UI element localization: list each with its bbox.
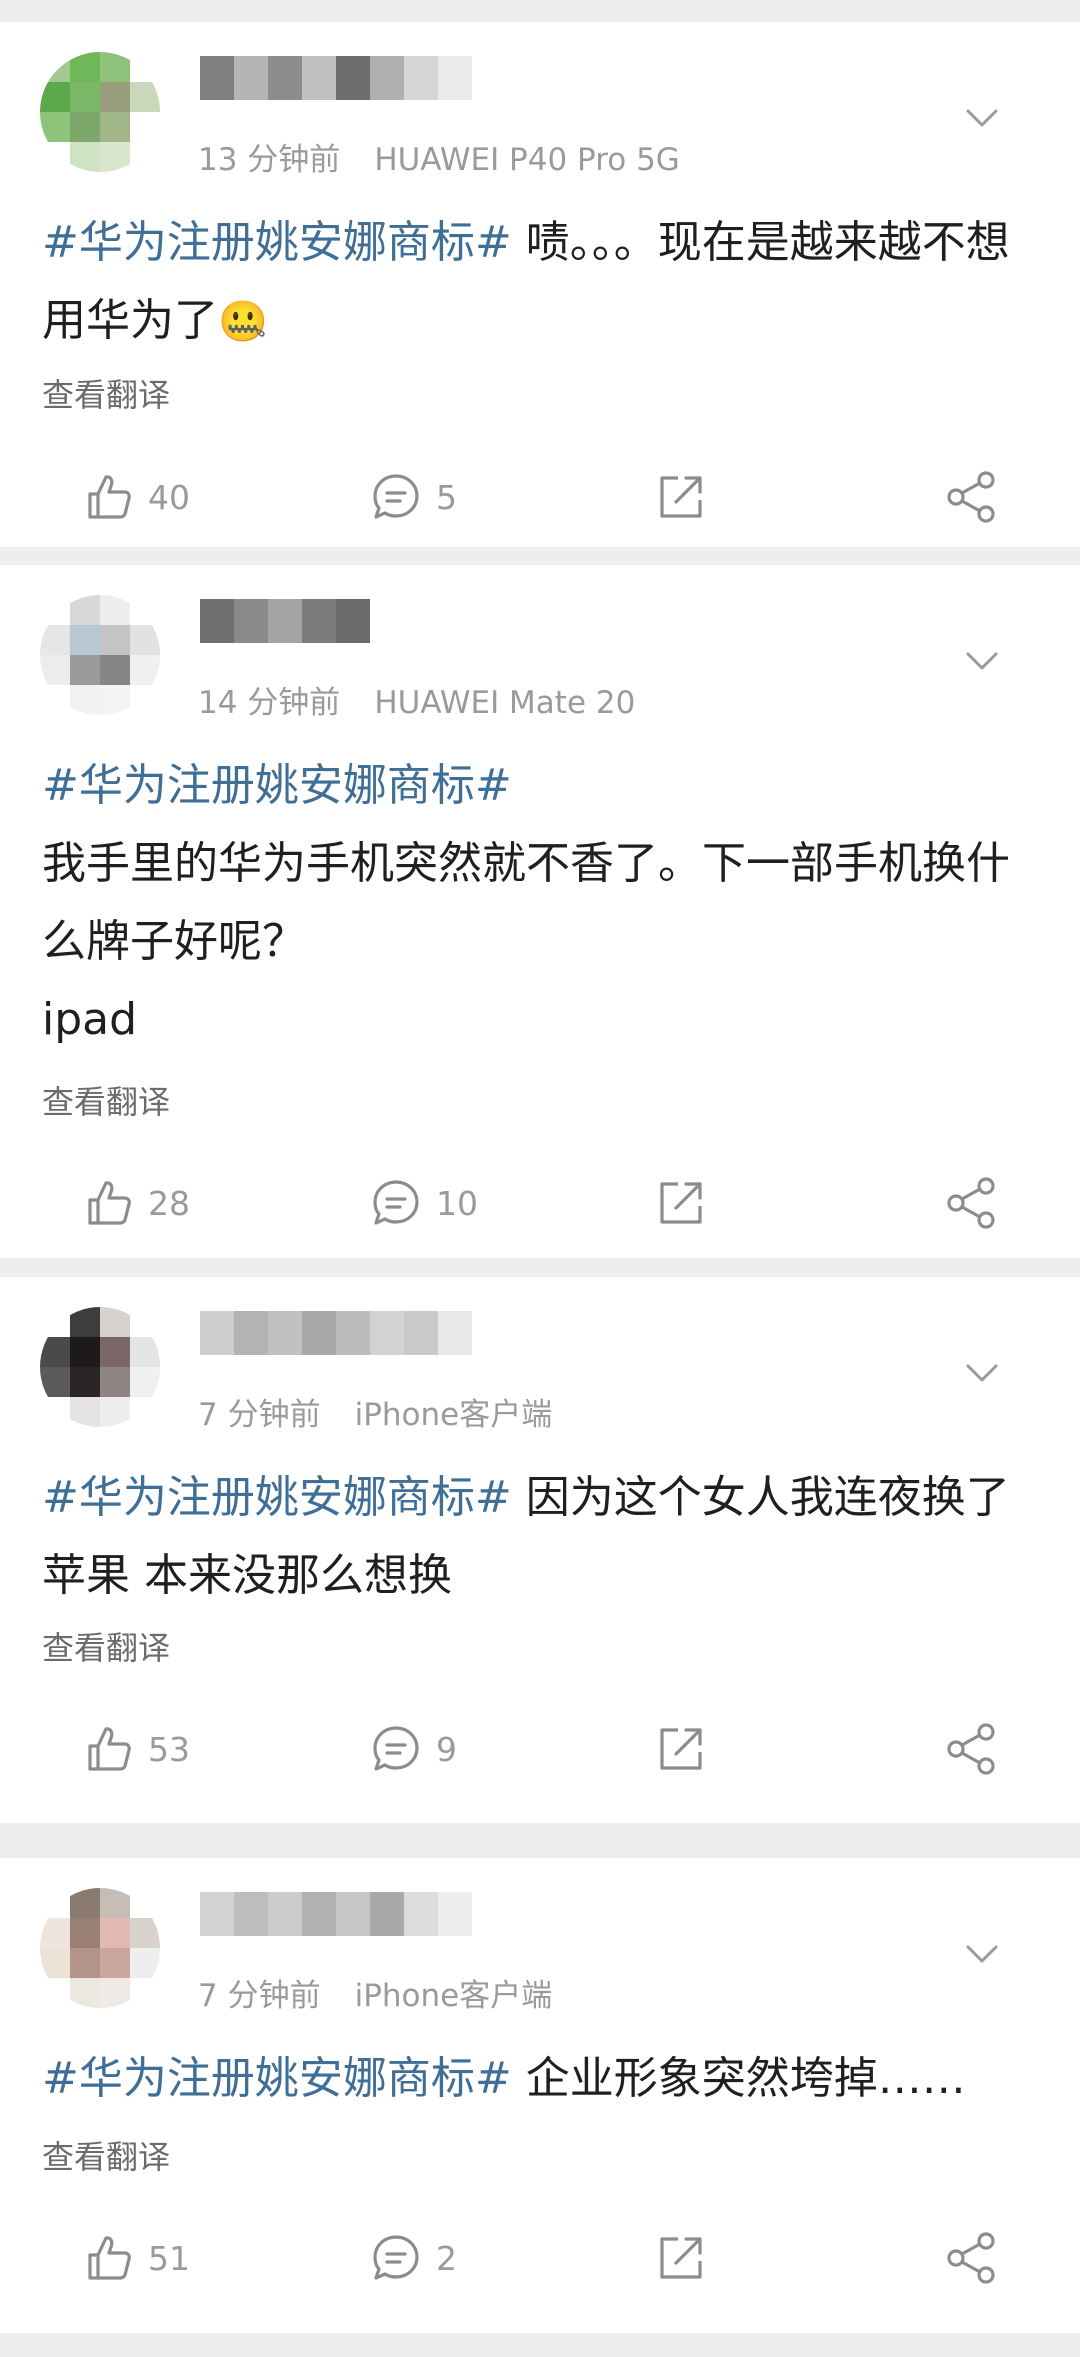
repost-arrow-icon — [660, 2237, 702, 2279]
post-device: iPhone客户端 — [354, 1397, 553, 1433]
repost-arrow-icon — [660, 1182, 702, 1224]
hashtag-link[interactable]: #华为注册姚安娜商标# — [42, 760, 512, 811]
repost-button[interactable] — [656, 2218, 706, 2298]
post-meta: 13 分钟前 HUAWEI P40 Pro 5G — [198, 134, 680, 179]
avatar[interactable] — [40, 595, 160, 715]
like-button[interactable]: 53 — [84, 1709, 190, 1789]
view-translation-link[interactable]: 查看翻译 — [42, 1623, 170, 1669]
view-translation-link[interactable]: 查看翻译 — [42, 370, 170, 416]
share-button[interactable] — [944, 2218, 998, 2298]
view-translation-link[interactable]: 查看翻译 — [42, 1077, 170, 1123]
thumbs-up-icon — [88, 2236, 131, 2280]
share-button[interactable] — [944, 457, 998, 537]
action-bar: 51 2 — [0, 2218, 1080, 2298]
post-card: 13 分钟前 HUAWEI P40 Pro 5G #华为注册姚安娜商标# 啧。。。… — [0, 22, 1080, 547]
comment-button[interactable]: 9 — [370, 1709, 457, 1789]
share-button[interactable] — [944, 1163, 998, 1243]
username-blurred[interactable] — [200, 1892, 472, 1936]
comment-count: 2 — [436, 2238, 457, 2278]
post-device: HUAWEI P40 Pro 5G — [374, 142, 680, 178]
post-meta: 7 分钟前 iPhone客户端 — [198, 1389, 552, 1434]
comment-button[interactable]: 5 — [370, 457, 457, 537]
repost-arrow-icon — [660, 1728, 702, 1770]
share-button[interactable] — [944, 1709, 998, 1789]
post-content: #华为注册姚安娜商标# 企业形象突然垮掉…… — [42, 2040, 1040, 2118]
repost-button[interactable] — [656, 1163, 706, 1243]
like-button[interactable]: 28 — [84, 1163, 190, 1243]
post-meta: 14 分钟前 HUAWEI Mate 20 — [198, 677, 635, 722]
post-content: #华为注册姚安娜商标# 因为这个女人我连夜换了苹果 本来没那么想换 — [42, 1459, 1040, 1615]
repost-arrow-icon — [660, 476, 702, 518]
comment-count: 9 — [436, 1729, 457, 1769]
post-time: 7 分钟前 — [198, 1978, 321, 2014]
repost-button[interactable] — [656, 457, 706, 537]
post-card: 14 分钟前 HUAWEI Mate 20 #华为注册姚安娜商标# 我手里的华为手机… — [0, 565, 1080, 1258]
hashtag-link[interactable]: #华为注册姚安娜商标# — [42, 2053, 512, 2104]
like-count: 51 — [148, 2238, 190, 2278]
comment-button[interactable]: 2 — [370, 2218, 457, 2298]
post-text-line-2: ipad — [42, 994, 138, 1045]
share-icon — [947, 2232, 995, 2284]
action-bar: 53 9 — [0, 1709, 1080, 1789]
post-content: #华为注册姚安娜商标# 啧。。。现在是越来越不想用华为了🤐 — [42, 204, 1040, 361]
post-meta: 7 分钟前 iPhone客户端 — [198, 1970, 552, 2015]
post-text-line-1: 我手里的华为手机突然就不香了。下一部手机换什么牌子好呢？ — [42, 838, 1010, 967]
comment-bubble-icon — [373, 1726, 419, 1771]
chevron-down-icon[interactable] — [964, 1355, 1000, 1391]
chevron-down-icon[interactable] — [964, 100, 1000, 136]
thumbs-up-icon — [88, 1727, 131, 1771]
avatar[interactable] — [40, 52, 160, 172]
repost-button[interactable] — [656, 1709, 706, 1789]
comment-count: 10 — [436, 1183, 478, 1223]
comment-bubble-icon — [373, 474, 419, 519]
hashtag-link[interactable]: #华为注册姚安娜商标# — [42, 217, 512, 268]
avatar[interactable] — [40, 1307, 160, 1427]
post-time: 13 分钟前 — [198, 142, 341, 178]
post-text: 企业形象突然垮掉…… — [511, 2053, 966, 2104]
username-blurred[interactable] — [200, 56, 472, 100]
like-button[interactable]: 40 — [84, 457, 190, 537]
action-bar: 28 10 — [0, 1163, 1080, 1243]
action-bar: 40 5 — [0, 457, 1080, 537]
chevron-down-icon[interactable] — [964, 1936, 1000, 1972]
share-icon — [947, 1177, 995, 1229]
chevron-down-icon[interactable] — [964, 643, 1000, 679]
like-button[interactable]: 51 — [84, 2218, 190, 2298]
post-content: #华为注册姚安娜商标# 我手里的华为手机突然就不香了。下一部手机换什么牌子好呢？ i… — [42, 747, 1040, 1059]
post-card: 7 分钟前 iPhone客户端 #华为注册姚安娜商标# 因为这个女人我连夜换了苹果… — [0, 1277, 1080, 1823]
post-device: iPhone客户端 — [354, 1978, 553, 2014]
comment-bubble-icon — [373, 1180, 419, 1225]
post-time: 7 分钟前 — [198, 1397, 321, 1433]
username-blurred[interactable] — [200, 599, 370, 643]
like-count: 28 — [148, 1183, 190, 1223]
comment-count: 5 — [436, 477, 457, 517]
view-translation-link[interactable]: 查看翻译 — [42, 2132, 170, 2178]
post-device: HUAWEI Mate 20 — [374, 685, 636, 721]
share-icon — [947, 1723, 995, 1775]
post-time: 14 分钟前 — [198, 685, 341, 721]
weibo-feed: 13 分钟前 HUAWEI P40 Pro 5G #华为注册姚安娜商标# 啧。。。… — [0, 0, 1080, 2357]
share-icon — [947, 471, 995, 523]
comment-button[interactable]: 10 — [370, 1163, 478, 1243]
post-card: 7 分钟前 iPhone客户端 #华为注册姚安娜商标# 企业形象突然垮掉…… 查看… — [0, 1858, 1080, 2333]
emoji-zipper-mouth: 🤐 — [218, 299, 268, 345]
like-count: 40 — [148, 477, 190, 517]
avatar[interactable] — [40, 1888, 160, 2008]
username-blurred[interactable] — [200, 1311, 472, 1355]
like-count: 53 — [148, 1729, 190, 1769]
comment-bubble-icon — [373, 2235, 419, 2280]
hashtag-link[interactable]: #华为注册姚安娜商标# — [42, 1472, 512, 1523]
thumbs-up-icon — [88, 1181, 131, 1225]
thumbs-up-icon — [88, 475, 131, 519]
